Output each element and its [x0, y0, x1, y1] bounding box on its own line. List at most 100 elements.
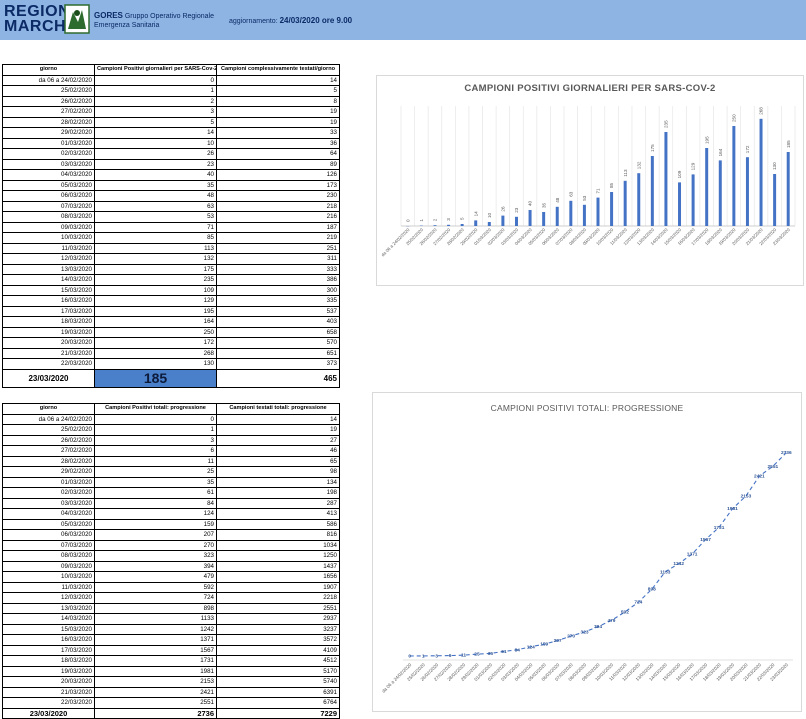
cell-day: 12/03/2020 [3, 254, 95, 265]
cell-tested: 537 [217, 306, 340, 317]
bar [501, 216, 504, 226]
table-row: 14/03/202011332937 [3, 614, 340, 625]
cell-positive: 35 [95, 180, 217, 191]
cell-tested: 1034 [217, 540, 340, 551]
table-row: 21/03/2020268651 [3, 348, 340, 359]
cell-positive: 5 [95, 117, 217, 128]
bar [433, 225, 436, 226]
data-label: 175 [650, 144, 655, 152]
table-row: da 06 a 24/02/2020014 [3, 414, 340, 425]
data-label: 1 [419, 219, 424, 222]
bar [624, 181, 627, 226]
data-label: 109 [677, 170, 682, 178]
table-row: 21/03/202024216391 [3, 687, 340, 698]
data-label: 6 [449, 653, 452, 659]
table-row: 01/03/202035134 [3, 477, 340, 488]
table-row: 28/02/2020519 [3, 117, 340, 128]
cell-tested: 33 [217, 128, 340, 139]
cell-day: 06/03/2020 [3, 191, 95, 202]
bar [583, 205, 586, 226]
data-label: 53 [582, 195, 587, 201]
data-label: 250 [731, 114, 736, 122]
data-label: 1567 [700, 537, 711, 543]
data-label: 1 [422, 653, 425, 659]
cell-tested: 300 [217, 285, 340, 296]
cell-day: 13/03/2020 [3, 603, 95, 614]
cell-day: 25/02/2020 [3, 86, 95, 97]
bar [773, 174, 776, 226]
data-label: 1371 [687, 552, 698, 558]
bar [515, 217, 518, 226]
bar [529, 210, 532, 226]
total-positive: 185 [95, 369, 217, 387]
cell-day: 17/03/2020 [3, 645, 95, 656]
cell-positive: 48 [95, 191, 217, 202]
table-row: 22/03/2020130373 [3, 359, 340, 370]
cell-positive: 1242 [95, 624, 217, 635]
cell-tested: 187 [217, 222, 340, 233]
cell-day: 15/03/2020 [3, 285, 95, 296]
cell-day: da 06 a 24/02/2020 [3, 75, 95, 86]
data-label: 172 [745, 145, 750, 153]
table-row: 08/03/202053216 [3, 212, 340, 223]
data-label: 592 [621, 609, 629, 615]
cell-tested: 65 [217, 456, 340, 467]
cell-positive: 0 [95, 75, 217, 86]
table-row: 27/02/2020319 [3, 107, 340, 118]
cell-positive: 71 [95, 222, 217, 233]
cell-tested: 36 [217, 138, 340, 149]
bar [461, 224, 464, 226]
cell-day: 27/02/2020 [3, 107, 95, 118]
cell-tested: 373 [217, 359, 340, 370]
data-label: 14 [473, 211, 478, 217]
cell-positive: 724 [95, 593, 217, 604]
cell-positive: 250 [95, 327, 217, 338]
update-info: aggiornamento: 24/03/2020 ore 9.00 [229, 16, 352, 25]
cell-positive: 207 [95, 530, 217, 541]
data-label: 129 [691, 162, 696, 170]
cell-positive: 270 [95, 540, 217, 551]
cell-tested: 5740 [217, 677, 340, 688]
update-value: 24/03/2020 ore 9.00 [280, 16, 353, 25]
cell-positive: 268 [95, 348, 217, 359]
cell-day: 26/02/2020 [3, 435, 95, 446]
data-label: 84 [515, 647, 521, 653]
data-label: 2153 [741, 493, 752, 499]
table-row: 05/03/2020159586 [3, 519, 340, 530]
cell-day: 02/03/2020 [3, 149, 95, 160]
data-label: 130 [772, 162, 777, 170]
data-label: 1731 [714, 525, 725, 531]
data-label: 1242 [673, 561, 684, 567]
bar [705, 148, 708, 226]
table-row: 08/03/20203231250 [3, 551, 340, 562]
cell-day: 04/03/2020 [3, 509, 95, 520]
bar [746, 157, 749, 226]
cell-positive: 159 [95, 519, 217, 530]
data-label: 11 [461, 653, 466, 659]
cell-positive: 898 [95, 603, 217, 614]
table-row: 13/03/2020175333 [3, 264, 340, 275]
cell-positive: 1981 [95, 666, 217, 677]
table-row: 17/03/202015674109 [3, 645, 340, 656]
cell-positive: 35 [95, 477, 217, 488]
cell-positive: 124 [95, 509, 217, 520]
data-label: 724 [634, 600, 642, 606]
table-row: 16/03/2020129335 [3, 296, 340, 307]
table-row: 09/03/20203941437 [3, 561, 340, 572]
cell-tested: 19 [217, 107, 340, 118]
cell-positive: 2 [95, 96, 217, 107]
cell-day: 01/03/2020 [3, 138, 95, 149]
cell-positive: 6 [95, 446, 217, 457]
bar [488, 222, 491, 226]
cell-positive: 23 [95, 159, 217, 170]
cell-day: 14/03/2020 [3, 275, 95, 286]
cell-tested: 386 [217, 275, 340, 286]
table-total-row: 23/03/2020185465 [3, 369, 340, 387]
table-row: 17/03/2020195537 [3, 306, 340, 317]
cell-tested: 8 [217, 96, 340, 107]
cell-tested: 6764 [217, 698, 340, 709]
table-row: 03/03/202084287 [3, 498, 340, 509]
cell-positive: 1133 [95, 614, 217, 625]
cell-tested: 251 [217, 243, 340, 254]
cell-tested: 3237 [217, 624, 340, 635]
